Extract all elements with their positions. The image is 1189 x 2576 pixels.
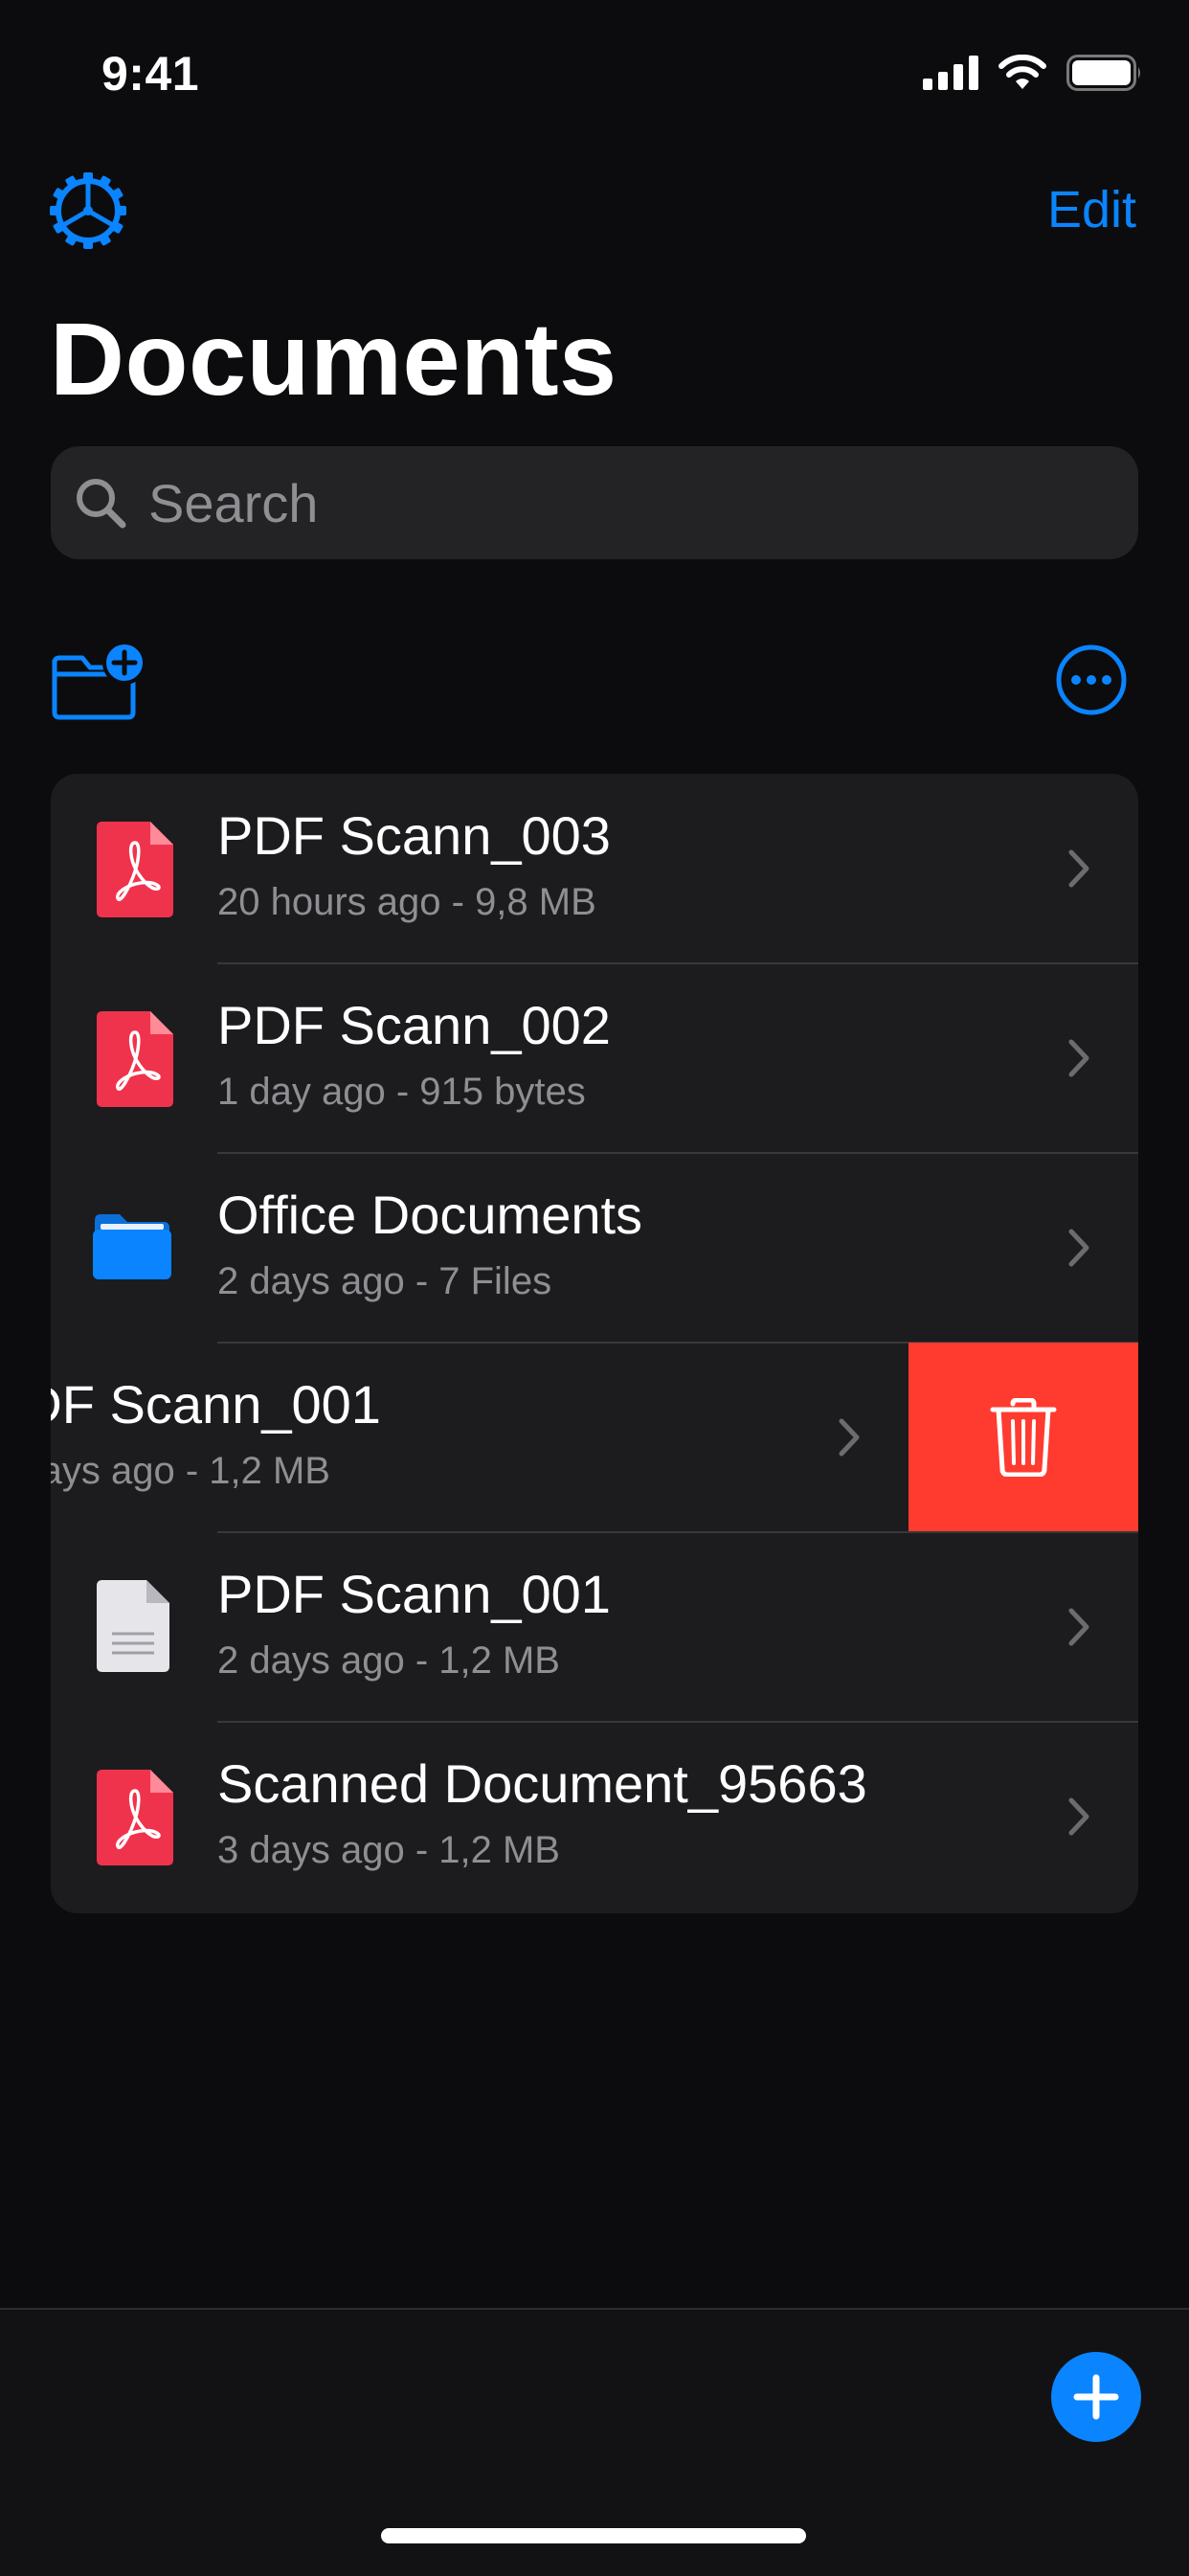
gear-icon	[50, 172, 126, 249]
item-subtitle: 1 day ago - 915 bytes	[217, 1071, 586, 1113]
item-title: Scanned Document_95663	[217, 1753, 867, 1814]
wifi-icon	[998, 55, 1046, 89]
list-item[interactable]: PDF Scann_002 1 day ago - 915 bytes	[51, 963, 1138, 1153]
list-item[interactable]: PDF Scann_001 2 days ago - 1,2 MB	[51, 1343, 909, 1532]
folder-plus-icon	[52, 641, 146, 720]
item-title: PDF Scann_003	[217, 805, 611, 866]
item-subtitle: 2 days ago - 1,2 MB	[217, 1639, 560, 1682]
list-item[interactable]: Office Documents 2 days ago - 7 Files	[51, 1153, 1138, 1343]
search-input[interactable]	[146, 470, 1012, 535]
pdf-icon	[97, 1770, 173, 1865]
list-item[interactable]: Scanned Document_95663 3 days ago - 1,2 …	[51, 1722, 1138, 1911]
trash-icon	[990, 1398, 1057, 1477]
add-button[interactable]	[1051, 2352, 1141, 2442]
chevron-right-icon	[1068, 1229, 1089, 1267]
battery-icon	[1066, 55, 1140, 91]
page-title: Documents	[50, 301, 617, 417]
search-bar[interactable]	[51, 446, 1138, 559]
document-list: PDF Scann_003 20 hours ago - 9,8 MB PDF …	[51, 774, 1138, 1913]
status-icons	[923, 54, 1143, 92]
list-item[interactable]: PDF Scann_003 20 hours ago - 9,8 MB	[51, 774, 1138, 963]
status-time: 9:41	[101, 47, 200, 101]
document-icon	[97, 1580, 169, 1672]
item-title: PDF Scann_001	[217, 1564, 611, 1624]
chevron-right-icon	[1068, 849, 1089, 888]
list-item[interactable]: PDF Scann_001 2 days ago - 1,2 MB	[51, 1532, 1138, 1722]
pdf-icon	[97, 1011, 173, 1107]
item-subtitle: 3 days ago - 1,2 MB	[217, 1829, 560, 1871]
pdf-icon	[97, 822, 173, 917]
item-subtitle: 20 hours ago - 9,8 MB	[217, 881, 596, 923]
settings-button[interactable]	[48, 170, 128, 251]
plus-icon	[1073, 2374, 1119, 2420]
chevron-right-icon	[839, 1418, 860, 1457]
item-title: PDF Scann_002	[217, 995, 611, 1055]
signal-icon	[923, 56, 978, 90]
delete-button[interactable]	[909, 1343, 1138, 1532]
item-title: Office Documents	[217, 1185, 643, 1245]
more-button[interactable]	[1055, 644, 1128, 716]
home-indicator	[381, 2528, 806, 2543]
search-icon	[77, 479, 126, 529]
chevron-right-icon	[1068, 1039, 1089, 1077]
item-subtitle: 2 days ago - 7 Files	[217, 1260, 552, 1302]
ellipsis-circle-icon	[1056, 644, 1127, 715]
chevron-right-icon	[1068, 1608, 1089, 1646]
item-subtitle: 2 days ago - 1,2 MB	[51, 1450, 330, 1492]
chevron-right-icon	[1068, 1797, 1089, 1836]
edit-button[interactable]: Edit	[1047, 180, 1136, 239]
new-folder-button[interactable]	[50, 640, 149, 722]
item-title: PDF Scann_001	[51, 1374, 381, 1435]
folder-icon	[93, 1214, 171, 1279]
swiped-list-item: PDF Scann_001 2 days ago - 1,2 MB	[51, 1343, 1138, 1532]
